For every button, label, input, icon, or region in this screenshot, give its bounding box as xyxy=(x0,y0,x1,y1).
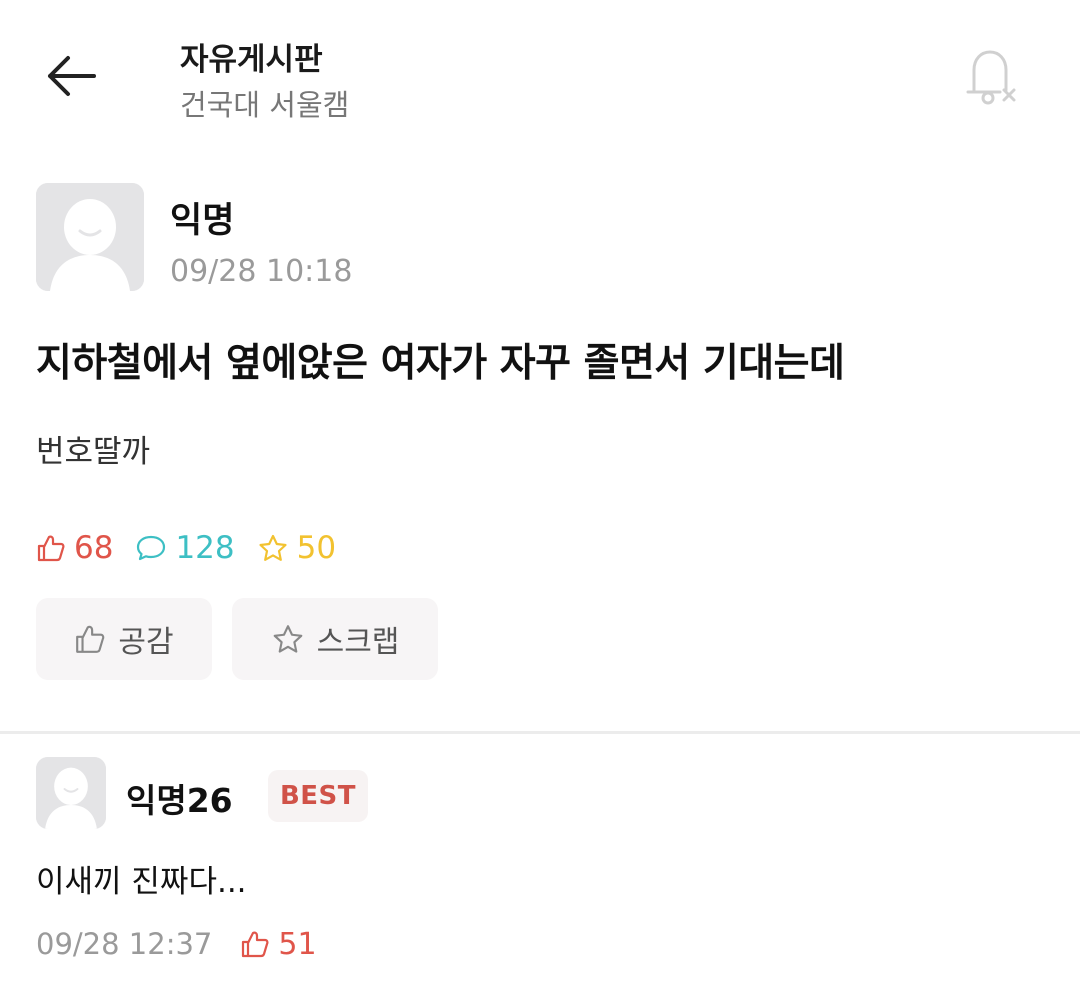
like-count-value: 68 xyxy=(74,530,114,566)
like-count: 68 xyxy=(36,530,113,566)
comment-author-name: 익명26 xyxy=(126,781,233,820)
star-icon xyxy=(259,534,287,561)
scrap-count-value: 50 xyxy=(296,530,337,566)
comment-count: 128 xyxy=(135,530,235,566)
like-button-label: 공감 xyxy=(118,625,174,660)
back-button[interactable] xyxy=(40,48,100,104)
scrap-count: 50 xyxy=(257,530,336,566)
thumbs-up-icon xyxy=(76,625,105,653)
scrap-button-label: 스크랩 xyxy=(316,625,400,660)
like-button[interactable]: 공감 xyxy=(36,598,212,680)
author-name: 익명 xyxy=(170,201,235,241)
comment-like-value: 51 xyxy=(278,926,317,962)
speech-bubble-icon xyxy=(137,535,166,561)
thumbs-up-icon xyxy=(242,931,269,958)
post-title: 지하철에서 옆에앉은 여자가 자꾸 졸면서 기대는데 xyxy=(36,341,845,386)
comment-author-avatar xyxy=(36,757,106,829)
comment-timestamp: 09/28 12:37 xyxy=(36,927,213,961)
app-header: 자유게시판 건국대 서울캠 xyxy=(0,0,1080,150)
default-avatar-icon xyxy=(36,757,106,829)
arrow-left-icon xyxy=(48,56,96,96)
board-title: 자유게시판 xyxy=(180,42,323,78)
post-body: 번호딸까 xyxy=(36,434,151,470)
best-badge: BEST xyxy=(268,770,368,822)
school-name: 건국대 서울캠 xyxy=(180,88,350,122)
notification-off-icon xyxy=(966,50,1016,105)
thumbs-up-icon xyxy=(37,535,65,562)
comment-like-count: 51 xyxy=(240,926,317,962)
scrap-button[interactable]: 스크랩 xyxy=(232,598,438,680)
comment-body: 이새끼 진짜다... xyxy=(36,864,247,900)
comment-meta: 09/28 12:37 51 xyxy=(36,922,317,966)
section-divider xyxy=(0,731,1080,734)
notification-toggle-button[interactable] xyxy=(955,44,1025,110)
post-stats: 68 128 50 xyxy=(36,526,358,570)
star-icon xyxy=(273,625,302,653)
default-avatar-icon xyxy=(36,183,144,291)
author-avatar xyxy=(36,183,144,291)
comment-count-value: 128 xyxy=(175,530,235,566)
post-timestamp: 09/28 10:18 xyxy=(170,254,353,289)
